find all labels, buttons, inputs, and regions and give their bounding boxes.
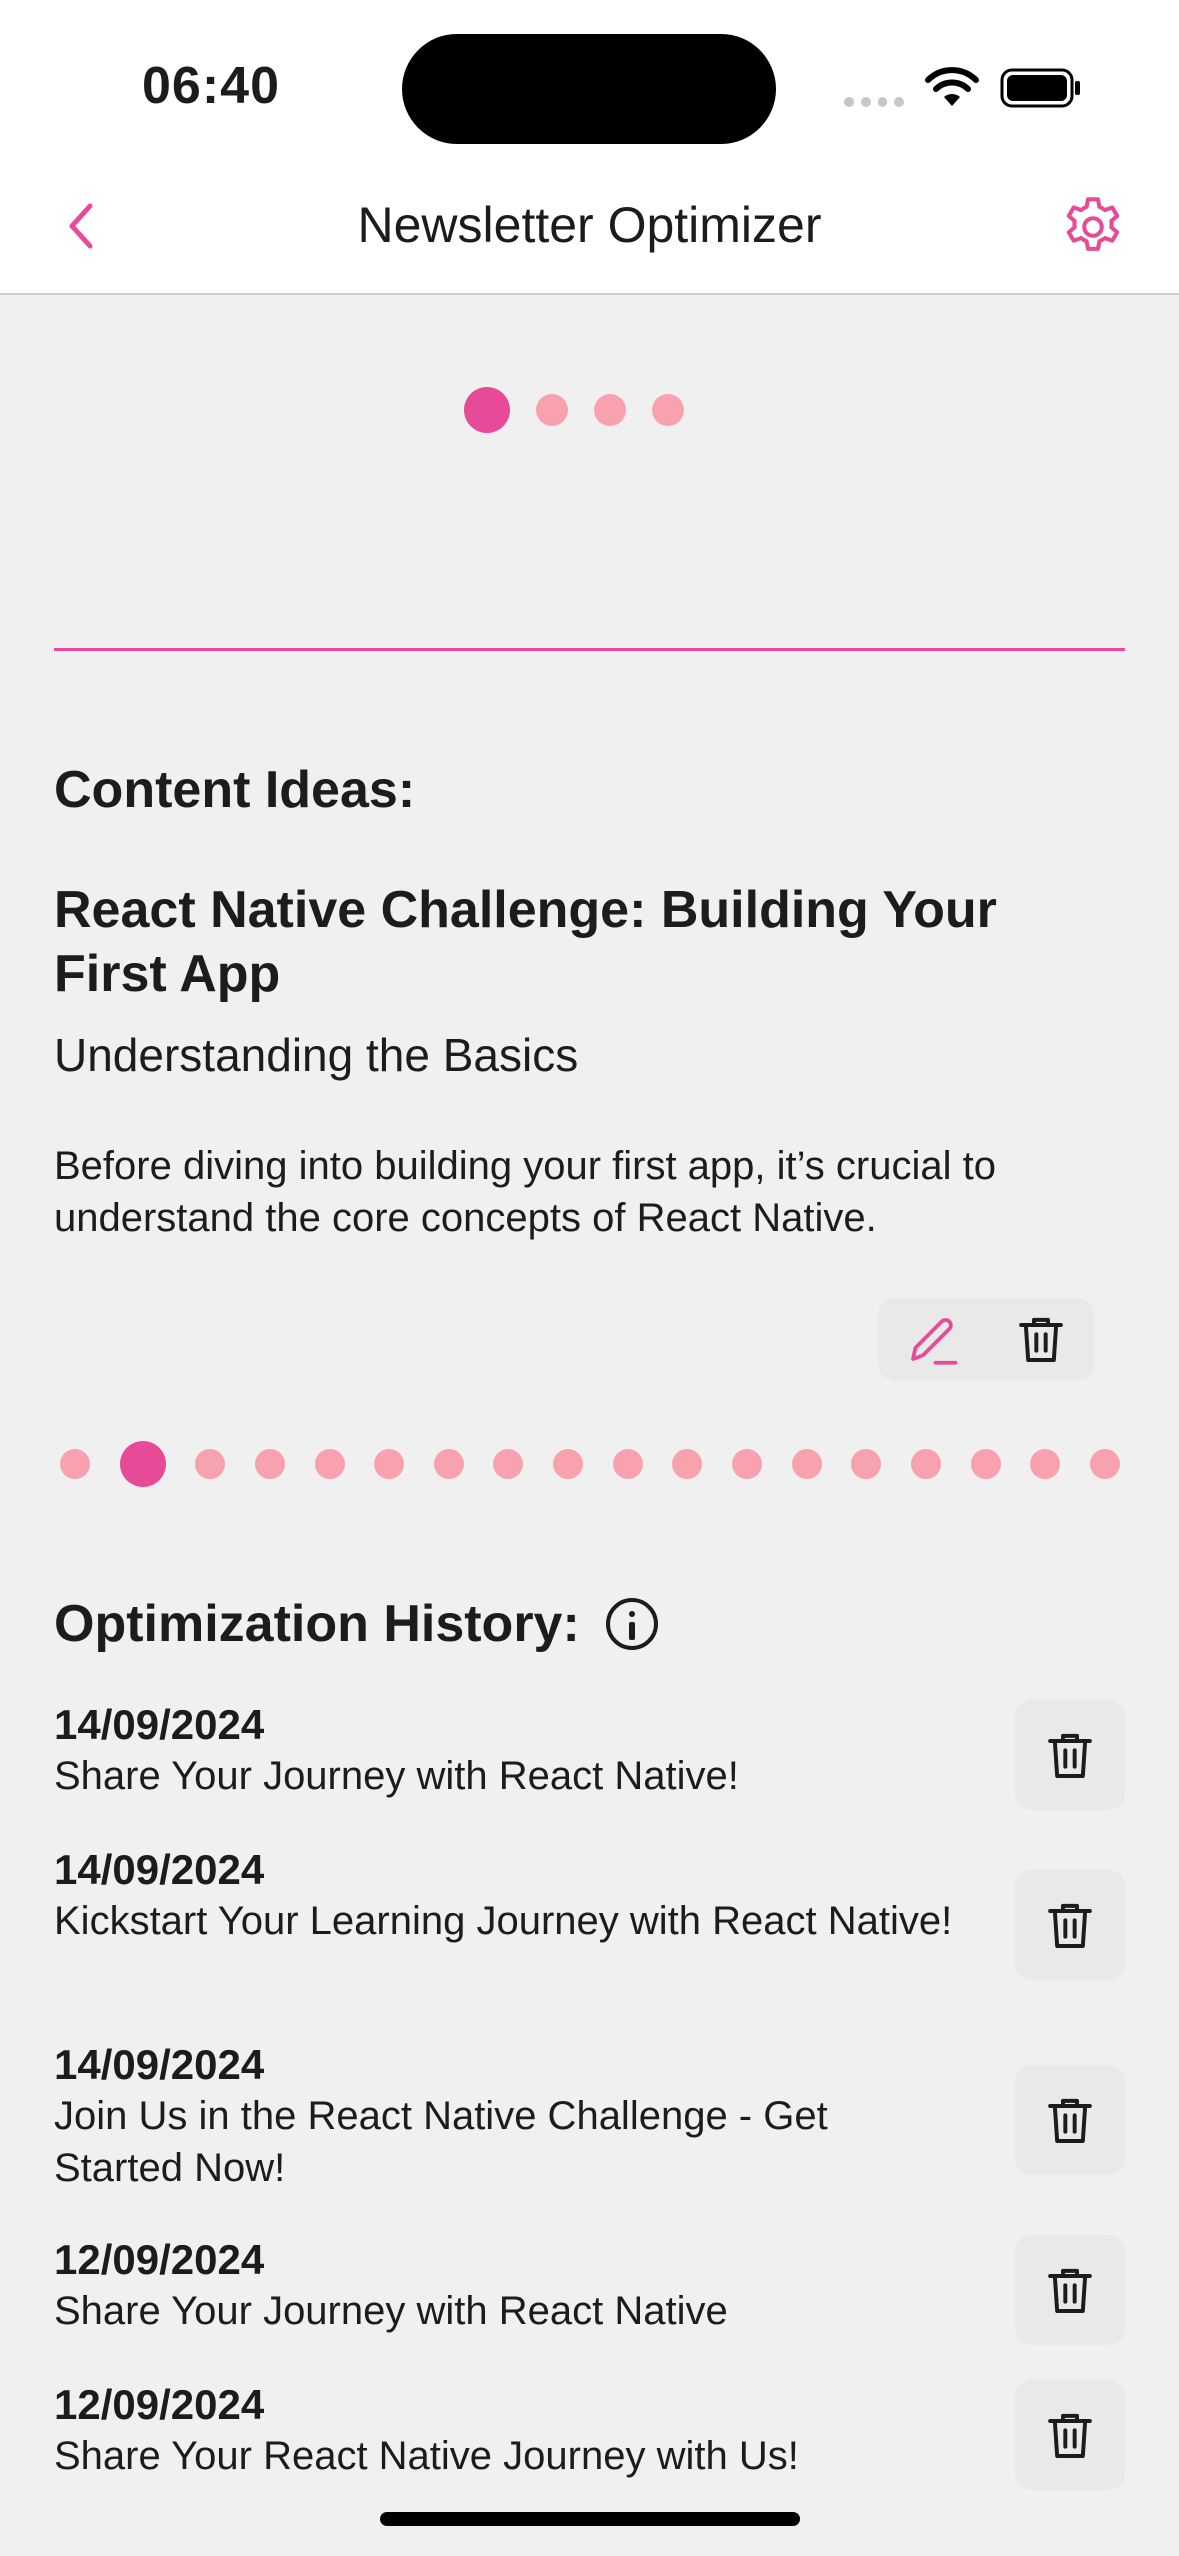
history-item: 12/09/2024 Share Your Journey with React… xyxy=(54,2235,1125,2345)
history-header: Optimization History: xyxy=(54,1594,658,1654)
page-dot[interactable] xyxy=(612,1449,643,1479)
history-date: 14/09/2024 xyxy=(54,2041,265,2088)
edit-pencil-icon[interactable] xyxy=(903,1309,963,1369)
history-date: 12/09/2024 xyxy=(54,2381,265,2428)
idea-title: React Native Challenge: Building Your Fi… xyxy=(54,881,997,1003)
history-date: 14/09/2024 xyxy=(54,1846,265,1893)
history-text: Kickstart Your Learning Journey with Rea… xyxy=(54,1899,953,1943)
delete-button[interactable] xyxy=(1015,2065,1125,2175)
idea-description: Before diving into building your first a… xyxy=(54,1144,996,1240)
trash-icon xyxy=(1048,1733,1092,1778)
page-dot[interactable] xyxy=(1089,1449,1120,1479)
trash-icon xyxy=(1048,1903,1092,1948)
gear-icon[interactable] xyxy=(1058,192,1128,262)
history-date: 12/09/2024 xyxy=(54,2236,265,2283)
battery-icon xyxy=(1000,68,1080,108)
ideas-page-indicator[interactable] xyxy=(60,1440,1120,1488)
page-dot[interactable] xyxy=(1030,1449,1061,1479)
idea-actions xyxy=(878,1298,1094,1380)
page-dot-active[interactable] xyxy=(119,1441,166,1487)
trash-icon xyxy=(1048,2268,1092,2313)
dynamic-island xyxy=(402,34,776,144)
delete-button[interactable] xyxy=(1015,2235,1125,2345)
trash-icon[interactable] xyxy=(1013,1309,1069,1369)
page-dot[interactable] xyxy=(970,1449,1001,1479)
info-icon[interactable] xyxy=(605,1598,658,1650)
page-dot[interactable] xyxy=(314,1449,345,1479)
page-dot[interactable] xyxy=(594,394,626,426)
page-dot[interactable] xyxy=(652,394,684,426)
page-dot[interactable] xyxy=(195,1449,226,1479)
home-indicator xyxy=(380,2512,800,2526)
history-date: 14/09/2024 xyxy=(54,1701,265,1748)
trash-icon xyxy=(1048,2098,1092,2143)
page-dot[interactable] xyxy=(910,1449,941,1479)
content-ideas-heading: Content Ideas: xyxy=(54,761,416,819)
trash-icon xyxy=(1048,2413,1092,2458)
page-dot[interactable] xyxy=(553,1449,584,1479)
page-dot[interactable] xyxy=(672,1449,703,1479)
page-dot-active[interactable] xyxy=(464,387,510,433)
wifi-icon xyxy=(925,67,979,106)
page-dot[interactable] xyxy=(493,1449,524,1479)
idea-subtitle: Understanding the Basics xyxy=(54,1029,579,1081)
page-indicator[interactable] xyxy=(464,386,684,434)
page-dot[interactable] xyxy=(433,1449,464,1479)
history-text: Join Us in the React Native Challenge - … xyxy=(54,2094,828,2190)
page-dot[interactable] xyxy=(791,1449,822,1479)
navigation-bar: 06:40 Newsletter Optimizer xyxy=(0,0,1179,295)
divider xyxy=(54,648,1125,651)
page-dot[interactable] xyxy=(254,1449,285,1479)
page-dot[interactable] xyxy=(60,1449,90,1479)
history-item: 12/09/2024 Share Your React Native Journ… xyxy=(54,2380,1125,2490)
delete-button[interactable] xyxy=(1015,1870,1125,1980)
history-heading: Optimization History: xyxy=(54,1595,580,1653)
history-text: Share Your React Native Journey with Us! xyxy=(54,2434,799,2478)
history-text: Share Your Journey with React Native! xyxy=(54,1754,739,1798)
history-item: 14/09/2024 Join Us in the React Native C… xyxy=(54,2040,1125,2190)
delete-button[interactable] xyxy=(1015,1700,1125,1810)
history-item: 14/09/2024 Kickstart Your Learning Journ… xyxy=(54,1845,1125,1995)
page-dot[interactable] xyxy=(374,1449,405,1479)
page-dot[interactable] xyxy=(732,1449,763,1479)
page-title: Newsletter Optimizer xyxy=(357,197,822,253)
history-text: Share Your Journey with React Native xyxy=(54,2289,728,2333)
page-dot[interactable] xyxy=(851,1449,882,1479)
status-time: 06:40 xyxy=(142,57,280,115)
history-item: 14/09/2024 Share Your Journey with React… xyxy=(54,1700,1125,1810)
page-dot[interactable] xyxy=(536,394,568,426)
delete-button[interactable] xyxy=(1015,2380,1125,2490)
cellular-signal-icon xyxy=(844,94,904,110)
